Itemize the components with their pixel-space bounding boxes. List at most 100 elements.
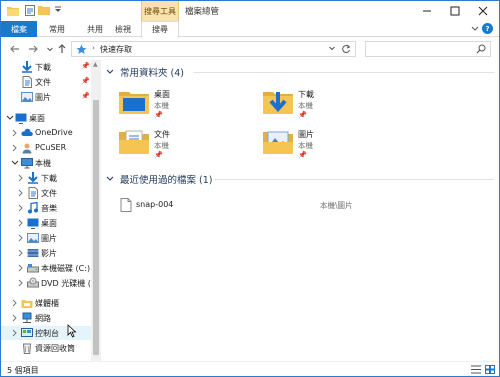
ribbon-tabs: 檔案 常用 共用 檢視 搜尋 ? (1, 21, 499, 38)
customize-toolbar-icon[interactable] (52, 4, 64, 16)
sidebar-item-dvd-drive[interactable]: DVD 光碟機 (D (1, 276, 97, 290)
refresh-icon[interactable] (341, 44, 351, 54)
tab-share[interactable]: 共用 (77, 21, 113, 37)
chevron-right-icon (12, 129, 17, 137)
folder-tile-downloads[interactable]: 下載 本機 📌 (262, 86, 392, 130)
maximize-button[interactable] (441, 1, 469, 21)
title-bar: 搜尋工具 檔案總管 (1, 1, 499, 21)
details-view-icon[interactable] (471, 365, 481, 374)
navigation-bar: › 快速存取 (1, 38, 499, 60)
sidebar-item-desktop[interactable]: 桌面 (1, 111, 91, 125)
list-item[interactable]: snap-004 本機\圖片 (120, 198, 420, 214)
chevron-down-icon (6, 115, 14, 120)
back-button[interactable] (9, 42, 21, 56)
file-icon (120, 198, 132, 212)
folder-app-icon[interactable] (7, 4, 19, 16)
expand-ribbon-icon[interactable] (471, 25, 479, 33)
sidebar-item-downloads[interactable]: 下載 (1, 171, 91, 185)
quick-access-star-icon (76, 44, 87, 54)
close-icon (478, 6, 488, 16)
forward-arrow-icon (29, 45, 38, 53)
explorer-window: 搜尋工具 檔案總管 檔案 常用 共用 檢視 搜尋 ? › 快速存取 下載 📌 文… (0, 0, 500, 377)
library-icon (21, 300, 33, 308)
group-frequent-folders[interactable]: 常用資料夾 (4) (106, 65, 184, 79)
downloads-folder-icon (263, 92, 293, 114)
picture-icon (27, 233, 39, 243)
pin-icon: 📌 (154, 111, 163, 119)
network-icon (22, 312, 32, 323)
tile-name: 桌面 (154, 90, 170, 99)
up-button[interactable] (56, 42, 68, 56)
dvd-icon (27, 277, 39, 288)
tab-view[interactable]: 檢視 (109, 21, 137, 37)
properties-icon[interactable] (24, 4, 36, 16)
breadcrumb-separator-icon: › (92, 44, 95, 52)
tab-search[interactable]: 搜尋 (141, 21, 179, 38)
sidebar-item-documents[interactable]: 文件 (1, 186, 91, 200)
forward-button[interactable] (27, 42, 39, 56)
sidebar-item-pictures[interactable]: 圖片 (1, 231, 91, 245)
download-icon (28, 172, 38, 184)
address-dropdown-icon[interactable] (329, 46, 335, 51)
address-bar[interactable]: › 快速存取 (71, 41, 356, 57)
tab-home[interactable]: 常用 (39, 21, 75, 37)
chevron-right-icon (18, 204, 23, 212)
sidebar-item-pcuser[interactable]: PCuSER (1, 141, 91, 155)
minimize-button[interactable] (413, 1, 441, 21)
sidebar-item-recycle-bin[interactable]: 資源回收筒 (1, 341, 91, 355)
sidebar-item-pictures-pinned[interactable]: 圖片 📌 (1, 90, 91, 104)
chevron-right-icon (18, 234, 23, 242)
group-title: 常用資料夾 (4) (120, 68, 184, 79)
sidebar-item-documents-pinned[interactable]: 文件 📌 (1, 75, 91, 89)
pin-icon: 📌 (81, 92, 90, 100)
sidebar-item-onedrive[interactable]: OneDrive (1, 126, 91, 140)
sidebar-scrollbar[interactable]: ▲ (91, 60, 101, 361)
folder-tile-pictures[interactable]: 圖片 本機 📌 (262, 126, 392, 170)
folder-tile-desktop[interactable]: 桌面 本機 📌 (118, 86, 248, 130)
sidebar-item-control-panel[interactable]: 控制台 (1, 324, 91, 340)
sidebar-item-music[interactable]: 音樂 (1, 201, 91, 215)
chevron-right-icon (18, 219, 23, 227)
chevron-right-icon (18, 264, 23, 272)
search-input[interactable] (365, 41, 491, 57)
breadcrumb[interactable]: 快速存取 (100, 44, 132, 55)
sidebar-item-label: 資源回收筒 (35, 344, 75, 353)
sidebar-item-downloads-pinned[interactable]: 下載 📌 (1, 60, 91, 74)
sidebar-item-local-disk-c[interactable]: 本機磁碟 (C:) (1, 261, 91, 275)
navigation-pane: 下載 📌 文件 📌 圖片 📌 桌面 OneDrive PCuSER 本機 下載 … (1, 60, 101, 361)
sidebar-item-label: 下載 (41, 174, 57, 183)
download-icon (22, 61, 32, 73)
sidebar-item-libraries[interactable]: 媒體櫃 (1, 296, 91, 310)
close-button[interactable] (469, 1, 497, 21)
chevron-down-icon (106, 176, 114, 181)
new-folder-icon[interactable] (38, 4, 50, 16)
sidebar-item-videos[interactable]: 影片 (1, 246, 91, 260)
contextual-tab-group-label: 搜尋工具 (141, 1, 179, 21)
sidebar-item-label: 圖片 (41, 234, 57, 243)
folder-tile-documents[interactable]: 文件 本機 📌 (118, 126, 248, 170)
sidebar-item-label: DVD 光碟機 (D (41, 279, 98, 288)
file-location: 本機\圖片 (320, 201, 353, 210)
sidebar-item-label: 本機磁碟 (C:) (41, 264, 91, 273)
help-button[interactable]: ? (482, 23, 493, 34)
desktop-folder-icon (119, 92, 149, 114)
tab-file[interactable]: 檔案 (1, 21, 37, 37)
sidebar-item-desktop-2[interactable]: 桌面 (1, 216, 91, 230)
group-recent-files[interactable]: 最近使用過的檔案 (1) (106, 172, 212, 186)
chevron-right-icon (18, 279, 23, 287)
sidebar-item-label: 文件 (35, 78, 51, 87)
desktop-icon (27, 218, 39, 229)
pin-icon: 📌 (81, 77, 90, 85)
pictures-folder-icon (263, 131, 293, 154)
sidebar-item-network[interactable]: 網路 (1, 311, 91, 325)
scroll-up-icon[interactable]: ▲ (93, 61, 98, 68)
file-name: snap-004 (136, 200, 174, 209)
pin-icon: 📌 (298, 111, 307, 119)
sidebar-item-this-pc[interactable]: 本機 (1, 156, 91, 170)
sidebar-item-label: 本機 (35, 159, 51, 168)
scrollbar-thumb[interactable] (93, 100, 99, 355)
tile-location: 本機 (154, 141, 169, 150)
recent-locations-button[interactable] (44, 42, 56, 56)
tile-location: 本機 (154, 101, 169, 110)
large-icons-view-icon[interactable] (485, 365, 495, 374)
